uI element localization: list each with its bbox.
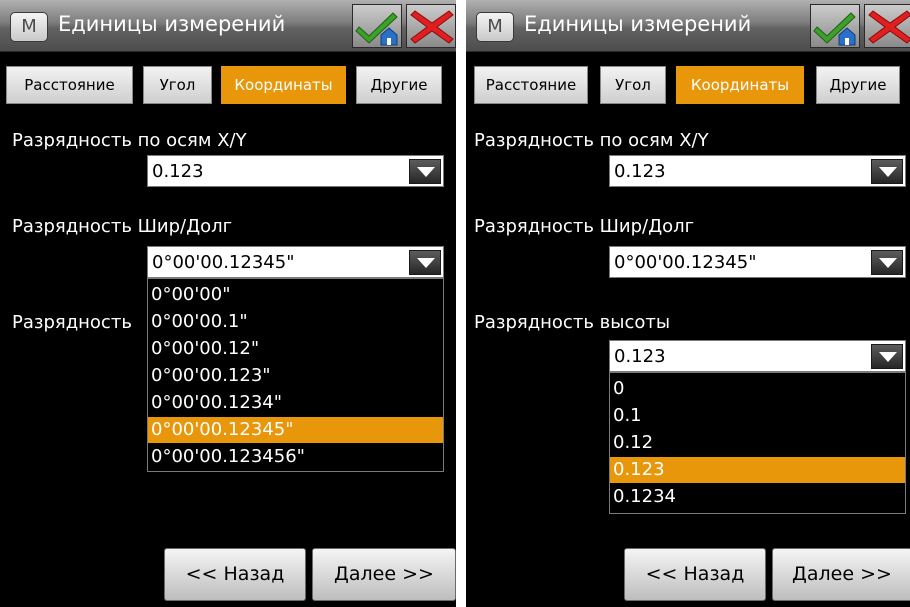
list-item[interactable]: 0°00'00.123" — [148, 363, 443, 389]
list-item[interactable]: 0°00'00.1" — [148, 309, 443, 335]
list-item[interactable]: 0°00'00.123456" — [148, 444, 443, 470]
xy-precision-value: 0.123 — [614, 161, 666, 182]
height-precision-label: Разрядность — [12, 312, 132, 333]
triangle-down-icon — [417, 258, 435, 268]
red-x-icon — [410, 10, 454, 44]
dropdown-arrow-button[interactable] — [871, 344, 903, 369]
title-bar: M Единицы измерений — [0, 0, 456, 52]
tab-angle[interactable]: Угол — [143, 66, 212, 104]
triangle-down-icon — [417, 167, 435, 177]
height-options-list: 0 0.1 0.12 0.123 0.1234 — [609, 372, 906, 514]
latlon-precision-label: Разрядность Шир/Долг — [474, 216, 695, 237]
dropdown-arrow-button[interactable] — [871, 159, 903, 184]
back-button[interactable]: << Назад — [624, 548, 766, 601]
list-item[interactable]: 0°00'00.1234" — [148, 390, 443, 416]
height-precision-value: 0.123 — [614, 346, 666, 367]
triangle-down-icon — [879, 258, 897, 268]
list-item[interactable]: 0.1 — [610, 403, 905, 429]
app-menu-icon[interactable]: M — [10, 12, 48, 42]
list-item[interactable]: 0.1234 — [610, 484, 905, 510]
xy-precision-value: 0.123 — [152, 161, 204, 182]
ok-button[interactable] — [352, 4, 402, 48]
tab-distance[interactable]: Расстояние — [474, 66, 588, 104]
triangle-down-icon — [879, 167, 897, 177]
tab-angle[interactable]: Угол — [600, 66, 666, 104]
list-item[interactable]: 0 — [610, 376, 905, 402]
window-title: Единицы измерений — [58, 12, 286, 36]
latlon-precision-select[interactable]: 0°00'00.12345" — [147, 246, 444, 278]
latlon-precision-label: Разрядность Шир/Долг — [12, 216, 233, 237]
latlon-options-list: 0°00'00" 0°00'00.1" 0°00'00.12" 0°00'00.… — [147, 278, 444, 472]
list-item-selected[interactable]: 0.123 — [610, 457, 905, 483]
next-button[interactable]: Далее >> — [312, 548, 456, 601]
xy-precision-select[interactable]: 0.123 — [609, 155, 906, 187]
checkmark-home-icon — [813, 12, 856, 46]
dropdown-arrow-button[interactable] — [871, 250, 903, 275]
height-precision-label: Разрядность высоты — [474, 312, 671, 333]
tab-distance[interactable]: Расстояние — [6, 66, 133, 104]
tab-coordinates[interactable]: Координаты — [676, 66, 804, 104]
triangle-down-icon — [879, 352, 897, 362]
app-icon-letter: M — [487, 16, 503, 37]
list-item[interactable]: 0.12 — [610, 430, 905, 456]
list-item[interactable]: 0°00'00" — [148, 282, 443, 308]
cancel-button[interactable] — [406, 4, 456, 48]
tab-other[interactable]: Другие — [816, 66, 900, 104]
tab-other[interactable]: Другие — [356, 66, 442, 104]
latlon-precision-value: 0°00'00.12345" — [614, 252, 757, 273]
xy-precision-label: Разрядность по осям X/Y — [12, 130, 247, 151]
latlon-precision-value: 0°00'00.12345" — [152, 252, 295, 273]
app-icon-letter: M — [21, 16, 37, 37]
tab-coordinates[interactable]: Координаты — [221, 66, 346, 104]
dropdown-arrow-button[interactable] — [409, 250, 441, 275]
list-item[interactable]: 0°00'00.12" — [148, 336, 443, 362]
checkmark-home-icon — [355, 12, 398, 46]
xy-precision-label: Разрядность по осям X/Y — [474, 130, 709, 151]
ok-button[interactable] — [810, 4, 860, 48]
latlon-precision-select[interactable]: 0°00'00.12345" — [609, 246, 906, 278]
height-precision-select[interactable]: 0.123 — [609, 340, 906, 372]
left-screen: M Единицы измерений Расстояние Угол Коор… — [0, 0, 456, 607]
right-screen: M Единицы измерений Расстояние Угол Коор… — [466, 0, 910, 607]
app-menu-icon[interactable]: M — [476, 12, 514, 42]
xy-precision-select[interactable]: 0.123 — [147, 155, 444, 187]
title-bar: M Единицы измерений — [466, 0, 910, 52]
window-title: Единицы измерений — [524, 12, 752, 36]
red-x-icon — [868, 10, 910, 44]
next-button[interactable]: Далее >> — [772, 548, 910, 601]
back-button[interactable]: << Назад — [164, 548, 306, 601]
dropdown-arrow-button[interactable] — [409, 159, 441, 184]
cancel-button[interactable] — [864, 4, 910, 48]
list-item-selected[interactable]: 0°00'00.12345" — [148, 417, 443, 443]
